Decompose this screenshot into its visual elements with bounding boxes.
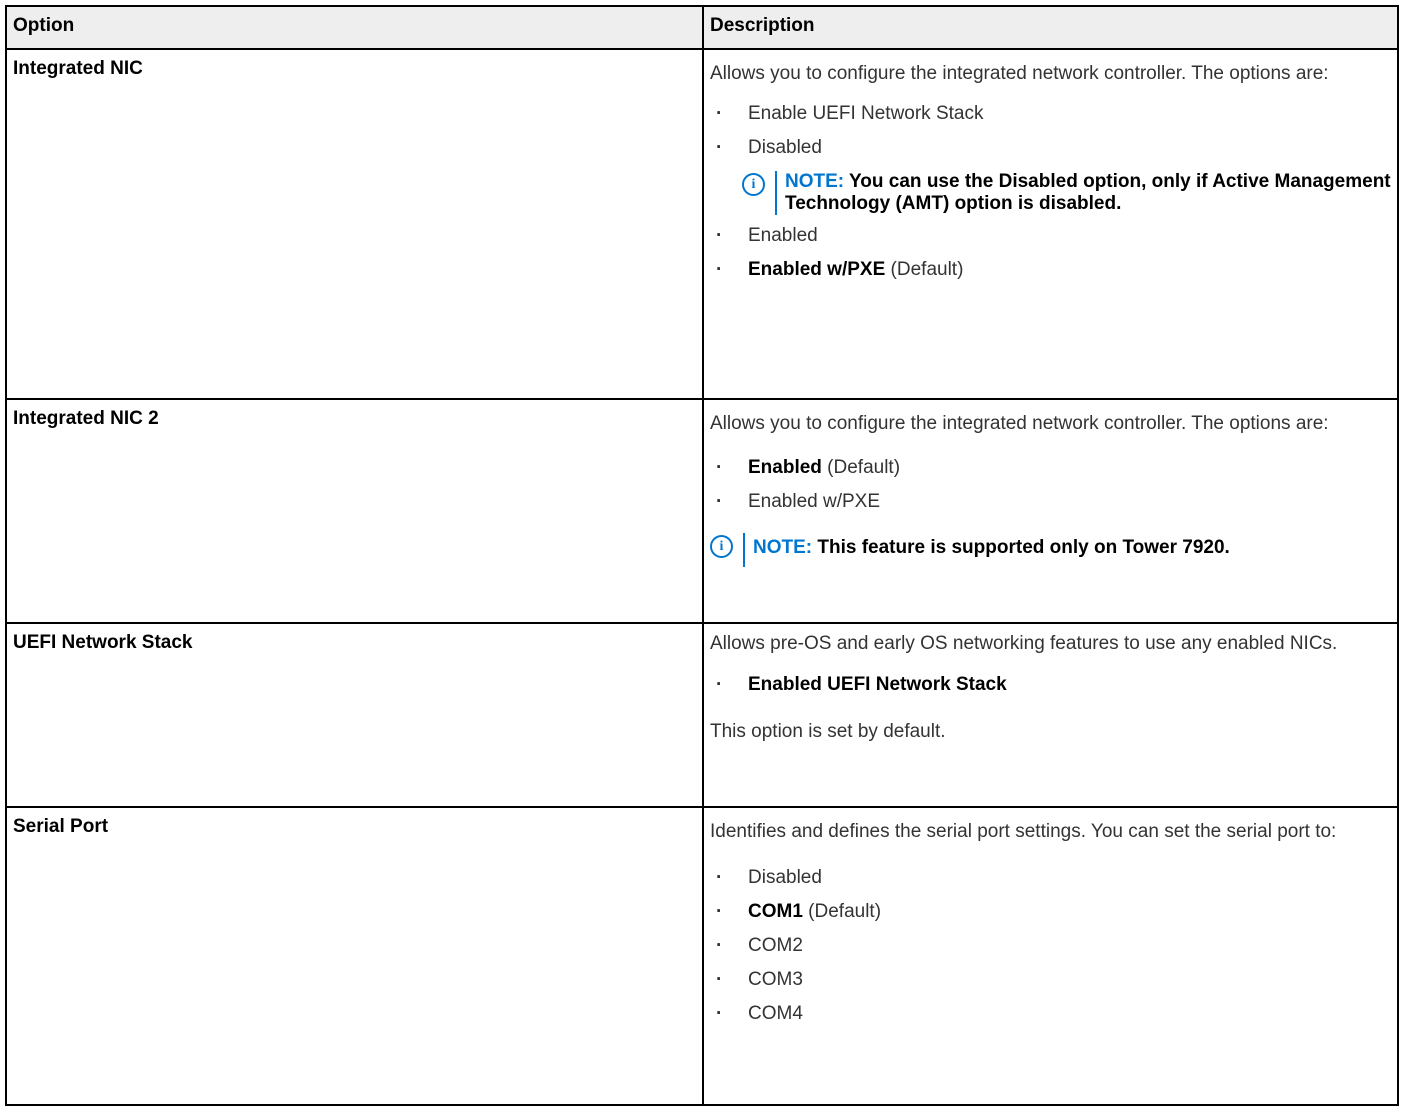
option-name: Integrated NIC 2 — [13, 408, 159, 429]
info-circle-icon: i — [710, 535, 733, 558]
description-cell: Allows you to configure the integrated n… — [702, 48, 1399, 400]
list-item: Enabled w/PXE (Default) — [710, 253, 1391, 287]
list-item: COM2 — [710, 929, 1391, 963]
option-list: Enabled UEFI Network Stack — [710, 668, 1391, 702]
option-cell: UEFI Network Stack — [5, 622, 704, 808]
list-item: COM3 — [710, 963, 1391, 997]
option-list: Disabled COM1 (Default) COM2 COM3 COM4 — [710, 861, 1391, 1031]
note-label: NOTE: — [753, 537, 813, 558]
option-list: Enabled (Default) Enabled w/PXE — [710, 451, 1391, 519]
option-name: Serial Port — [13, 816, 109, 837]
description-text: Allows you to configure the integrated n… — [710, 63, 1329, 84]
option-list: Enable UEFI Network Stack Disabled — [710, 97, 1391, 165]
column-header-description: Description — [702, 5, 1399, 50]
bios-options-table: Option Description Integrated NIC Allows… — [5, 5, 1399, 1106]
table-row: UEFI Network Stack Allows pre-OS and ear… — [5, 622, 1399, 808]
list-item: Enabled w/PXE — [710, 485, 1391, 519]
option-name: UEFI Network Stack — [13, 632, 193, 653]
option-cell: Integrated NIC 2 — [5, 398, 704, 624]
list-item: Enabled (Default) — [710, 451, 1391, 485]
note-label: NOTE: — [785, 171, 845, 192]
option-list: Enabled Enabled w/PXE (Default) — [710, 219, 1391, 287]
note-callout: i NOTE: This feature is supported only o… — [710, 533, 1391, 567]
info-circle-icon: i — [742, 173, 765, 196]
description-text: Identifies and defines the serial port s… — [710, 821, 1337, 842]
option-cell: Integrated NIC — [5, 48, 704, 400]
note-callout: i NOTE: You can use the Disabled option,… — [742, 171, 1391, 215]
list-item: Enable UEFI Network Stack — [710, 97, 1391, 131]
list-item: COM4 — [710, 997, 1391, 1031]
list-item: COM1 (Default) — [710, 895, 1391, 929]
list-item: Disabled — [710, 131, 1391, 165]
description-cell: Identifies and defines the serial port s… — [702, 806, 1399, 1106]
description-cell: Allows pre-OS and early OS networking fe… — [702, 622, 1399, 808]
table-row: Serial Port Identifies and defines the s… — [5, 806, 1399, 1106]
option-name: Integrated NIC — [13, 58, 143, 79]
table-row: Integrated NIC Allows you to configure t… — [5, 48, 1399, 400]
description-text: Allows you to configure the integrated n… — [710, 413, 1329, 434]
table-header-row: Option Description — [5, 5, 1399, 50]
description-text: Allows pre-OS and early OS networking fe… — [710, 633, 1338, 654]
note-text: NOTE: This feature is supported only on … — [753, 537, 1230, 558]
list-item: Enabled — [710, 219, 1391, 253]
description-cell: Allows you to configure the integrated n… — [702, 398, 1399, 624]
footer-text: This option is set by default. — [710, 721, 946, 742]
table-row: Integrated NIC 2 Allows you to configure… — [5, 398, 1399, 624]
note-divider — [743, 533, 745, 567]
note-text: NOTE: You can use the Disabled option, o… — [785, 171, 1391, 214]
column-header-option: Option — [5, 5, 704, 50]
note-divider — [775, 171, 777, 215]
list-item: Enabled UEFI Network Stack — [710, 668, 1391, 702]
option-cell: Serial Port — [5, 806, 704, 1106]
list-item: Disabled — [710, 861, 1391, 895]
